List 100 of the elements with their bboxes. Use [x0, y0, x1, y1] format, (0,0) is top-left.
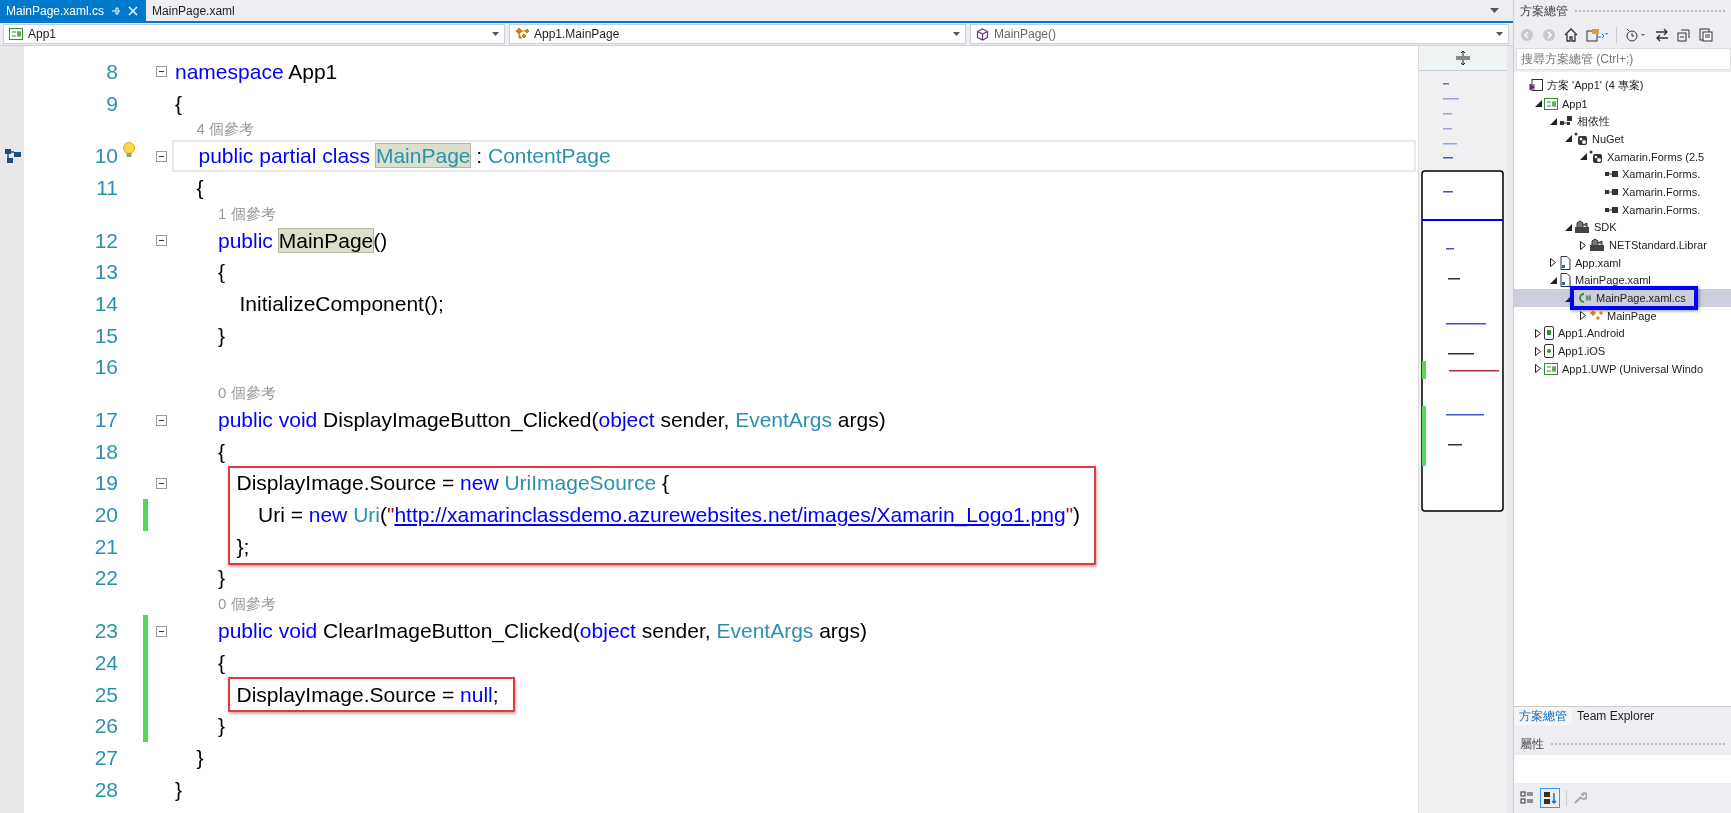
collapsed-arrow-icon[interactable] [1535, 364, 1541, 374]
type-dropdown[interactable]: App1.MainPage [509, 24, 966, 44]
collapse-toggle[interactable] [155, 477, 167, 489]
document-tab[interactable]: MainPage.xaml [146, 0, 243, 21]
code-line: { [175, 91, 182, 116]
dropdown-caret-icon[interactable] [492, 32, 499, 36]
sort-alphabetical-button[interactable] [1540, 788, 1560, 808]
line-number: 11 [95, 175, 118, 200]
class-icon [1589, 308, 1603, 323]
close-icon[interactable] [128, 5, 139, 16]
sync-view-icon[interactable] [1586, 28, 1608, 42]
home-icon[interactable] [1564, 28, 1578, 42]
expanded-arrow-icon[interactable] [1564, 223, 1572, 231]
collapse-toggle[interactable] [155, 150, 167, 162]
tree-item[interactable]: App1.iOS [1514, 342, 1731, 360]
expanded-arrow-icon[interactable] [1549, 276, 1557, 284]
collapsed-arrow-icon[interactable] [1580, 311, 1586, 321]
tree-item[interactable]: MainPage.xaml [1514, 271, 1731, 290]
line-number: 16 [93, 355, 118, 380]
show-all-files-icon[interactable] [1699, 28, 1713, 42]
tree-item[interactable]: Xamarin.Forms (2.5 [1514, 147, 1731, 166]
line-number: 21 [93, 534, 118, 559]
tree-item[interactable]: NuGet [1514, 130, 1731, 148]
tree-item[interactable]: App1.UWP (Universal Windo [1514, 360, 1731, 378]
project-icon [1544, 97, 1558, 110]
code-line: public void ClearImageButton_Clicked(object sender, EventArgs args) [218, 619, 868, 644]
collapse-toggle[interactable] [155, 66, 167, 78]
collapsed-arrow-icon[interactable] [1535, 346, 1541, 356]
tree-item-label: Xamarin.Forms. [1622, 185, 1701, 198]
collapse-toggle[interactable] [155, 414, 167, 426]
line-number: 8 [105, 59, 118, 84]
tree-item[interactable]: NETStandard.Librar [1514, 236, 1731, 254]
history-icon[interactable] [1625, 28, 1647, 42]
tree-item[interactable]: Xamarin.Forms. [1514, 183, 1731, 201]
pin-icon[interactable] [111, 5, 122, 16]
csharp-file-icon [1578, 292, 1592, 305]
tree-item[interactable]: App.xaml [1514, 253, 1731, 272]
dropdown-caret-icon[interactable] [953, 32, 960, 36]
collapsed-arrow-icon[interactable] [1535, 328, 1541, 338]
line-number: 28 [93, 777, 118, 802]
tree-item[interactable]: 方案 'App1' (4 專案) [1514, 77, 1731, 95]
expanded-arrow-icon[interactable] [1534, 100, 1542, 108]
tree-item[interactable]: SDK [1514, 218, 1731, 237]
categorized-icon[interactable] [1520, 791, 1534, 805]
tree-item-label: NuGet [1592, 132, 1624, 145]
code-line: Uri = new Uri("http://xamarinclassdemo.azurewebsites.net/images/Xamarin_Logo1.png") [258, 503, 1081, 528]
package-icon [1589, 149, 1603, 164]
line-number: 20 [93, 503, 118, 528]
tree-item-label: NETStandard.Librar [1609, 239, 1707, 252]
dropdown-caret-icon[interactable] [1490, 7, 1499, 14]
tree-item-label: Xamarin.Forms. [1622, 203, 1701, 216]
code-line: }; [236, 534, 250, 559]
document-tab[interactable]: MainPage.xaml.cs [0, 0, 147, 21]
code-line: } [218, 566, 225, 591]
class-diagram-icon[interactable] [4, 148, 22, 165]
code-line: } [218, 714, 225, 739]
tree-item-label: App1 [1562, 97, 1588, 110]
tree-item-label: MainPage.xaml.cs [1596, 292, 1686, 305]
sdk-icon [1574, 220, 1590, 235]
collapse-toggle[interactable] [155, 235, 167, 247]
line-number: 18 [93, 439, 118, 464]
dependencies-icon [1559, 115, 1573, 128]
expanded-arrow-icon[interactable] [1579, 153, 1587, 161]
code-line: InitializeComponent(); [239, 291, 444, 316]
collapse-toggle[interactable] [155, 625, 167, 637]
line-number: 10 [93, 144, 118, 169]
tree-item-label: MainPage.xaml [1575, 274, 1651, 287]
tree-item[interactable]: MainPage.xaml.cs [1514, 289, 1731, 307]
dropdown-caret-icon[interactable] [1496, 32, 1503, 36]
line-number: 23 [93, 619, 118, 644]
collapsed-arrow-icon[interactable] [1580, 240, 1586, 250]
project-dropdown[interactable]: App1 [3, 24, 505, 44]
tree-item[interactable]: Xamarin.Forms. [1514, 165, 1731, 184]
tree-item-label: App.xaml [1575, 256, 1621, 269]
tree-item[interactable]: Xamarin.Forms. [1514, 200, 1731, 219]
panel-tab[interactable]: Team Explorer [1572, 707, 1660, 725]
tree-item[interactable]: App1.Android [1514, 324, 1731, 343]
sdk-icon [1589, 238, 1605, 253]
collapsed-arrow-icon[interactable] [1550, 258, 1556, 268]
file-icon [1559, 255, 1571, 270]
tree-item-label: App1.Android [1558, 327, 1625, 340]
panel-title: 屬性 [1520, 735, 1544, 753]
expanded-arrow-icon[interactable] [1549, 117, 1557, 125]
sync-arrows-icon[interactable] [1655, 28, 1669, 42]
code-line: { [218, 439, 225, 464]
line-number: 24 [93, 650, 118, 675]
project-icon [1544, 362, 1558, 375]
collapse-all-icon[interactable] [1677, 28, 1691, 42]
assembly-icon [1604, 187, 1618, 196]
search-field[interactable]: 搜尋方案總管 (Ctrl+;) [1516, 48, 1731, 70]
scrollbar-track[interactable] [1507, 46, 1513, 813]
code-line: } [175, 777, 182, 802]
tree-item[interactable]: App1 [1514, 94, 1731, 113]
member-dropdown[interactable]: MainPage() [970, 24, 1509, 44]
panel-title: 方案總管 [1520, 2, 1568, 20]
expanded-arrow-icon[interactable] [1564, 135, 1572, 143]
panel-tab[interactable]: 方案總管 [1514, 707, 1572, 725]
tree-item[interactable]: MainPage [1514, 306, 1731, 325]
tree-item-label: MainPage [1607, 309, 1657, 322]
tree-item[interactable]: 相依性 [1514, 112, 1731, 131]
